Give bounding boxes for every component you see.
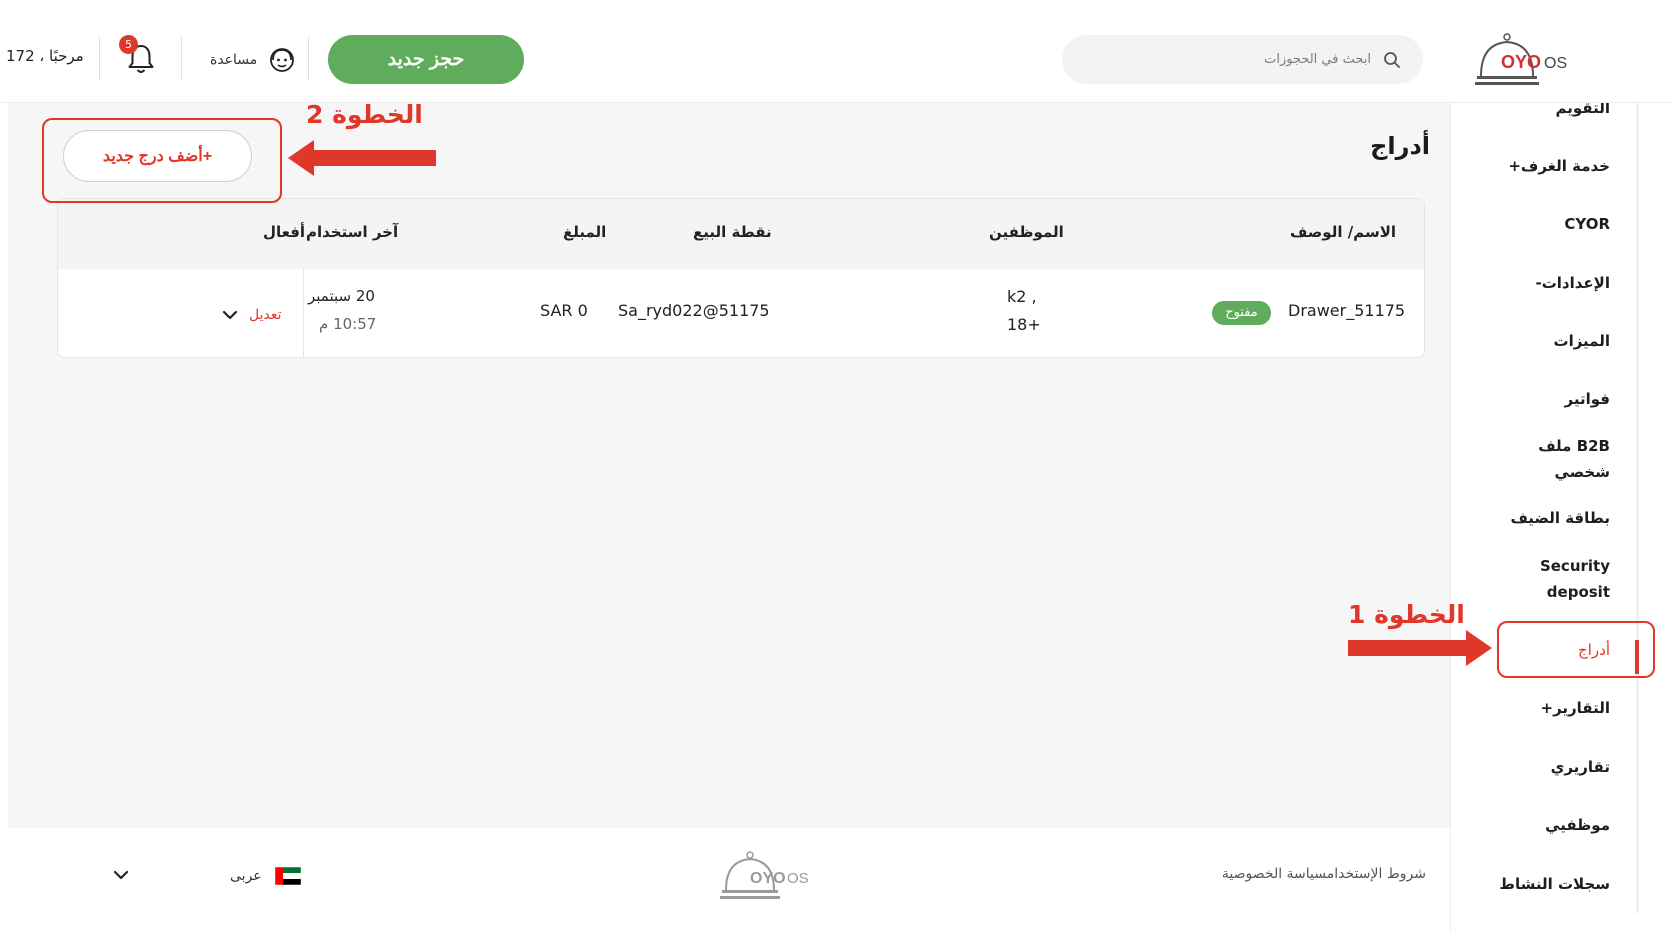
amount-value: SAR 0 (540, 301, 588, 320)
column-header-name: الاسم/ الوصف (1289, 223, 1396, 241)
sidebar-item-b2b-profile[interactable]: B2B ملف شخصي (1530, 433, 1610, 485)
sidebar-item-my-staff[interactable]: موظفيي (1450, 812, 1610, 838)
help-button[interactable]: مساعدة (210, 44, 297, 76)
chevron-down-icon[interactable] (221, 308, 239, 322)
chevron-down-icon[interactable] (112, 868, 130, 882)
pos-value: Sa_ryd022@51175 (618, 301, 770, 320)
last-used-date: 20 سبتمبر (308, 287, 375, 305)
drawer-name: Drawer_51175 (1288, 301, 1406, 320)
step2-highlight-box (42, 118, 282, 203)
oyo-os-logo[interactable]: OYO OS (1475, 32, 1575, 88)
new-booking-button[interactable]: حجز جديد (328, 35, 524, 84)
sidebar-item-my-reports[interactable]: تقاريري (1450, 754, 1610, 780)
sidebar-item-invoices[interactable]: فواتير (1450, 386, 1610, 412)
header-divider (99, 36, 100, 80)
top-header: مرحبًا ، 172 5 مساعدة حجز جديد OYO OS (0, 0, 1674, 103)
sidebar-scroll-track (1636, 103, 1639, 913)
sidebar-item-features[interactable]: الميزات (1450, 328, 1611, 354)
language-selector[interactable]: عربى (230, 868, 262, 884)
svg-text:OYO: OYO (1501, 52, 1541, 72)
header-divider (181, 36, 182, 80)
sidebar-item-settings[interactable]: الإعدادات- (1450, 270, 1610, 296)
page-title: أدراج (1370, 132, 1430, 160)
staff-line: 18+ (1007, 315, 1041, 334)
sidebar: التقويم خدمة الغرف+ CYOR الإعدادات- المي… (1450, 99, 1674, 932)
column-header-pos: نقطة البيع (693, 223, 772, 241)
step1-highlight-box (1497, 621, 1655, 678)
step1-label: الخطوة 1 (1348, 600, 1465, 629)
notification-badge: 5 (119, 35, 138, 54)
search-icon (1384, 52, 1400, 68)
drawers-table: الاسم/ الوصف الموظفين نقطة البيع المبلغ … (57, 198, 1425, 358)
step2-label: الخطوة 2 (306, 100, 423, 129)
svg-text:OS: OS (1544, 55, 1567, 72)
help-label: مساعدة (210, 52, 258, 68)
sidebar-item-guest-card[interactable]: بطاقة الضيف (1450, 505, 1610, 531)
uae-flag-icon (275, 867, 301, 885)
support-agent-icon (270, 48, 295, 72)
column-header-staff: الموظفين (989, 223, 1064, 241)
sidebar-item-room-service[interactable]: خدمة الغرف+ (1450, 153, 1610, 179)
search-bar (1062, 35, 1423, 84)
column-header-actions: أفعال (263, 223, 306, 241)
sidebar-item-reports[interactable]: التقارير+ (1450, 695, 1611, 721)
svg-text:OS: OS (787, 870, 809, 887)
column-header-amount: المبلغ (563, 223, 607, 241)
user-greeting[interactable]: مرحبًا ، 172 (6, 47, 84, 65)
column-divider (303, 269, 304, 357)
search-input[interactable] (1091, 35, 1371, 84)
svg-text:OYO: OYO (750, 870, 786, 887)
sidebar-item-activity-logs[interactable]: سجلات النشاط (1450, 871, 1610, 897)
status-badge: مفتوح (1212, 301, 1271, 325)
step2-arrow-icon (288, 140, 436, 176)
sidebar-item-security-deposit[interactable]: Security deposit (1530, 553, 1610, 605)
sidebar-item-cyor[interactable]: CYOR (1450, 211, 1610, 237)
staff-line: k2 , (1007, 287, 1037, 306)
table-header: الاسم/ الوصف الموظفين نقطة البيع المبلغ … (58, 199, 1424, 269)
last-used-time: 10:57 م (319, 315, 377, 333)
header-divider (308, 36, 309, 80)
footer-links[interactable]: شروط الإستخدامسياسة الخصوصية (1190, 866, 1426, 882)
edit-drawer-link[interactable]: تعديل (249, 307, 282, 323)
step1-arrow-icon (1348, 630, 1492, 666)
column-header-last-used: آخر استخدام (306, 223, 399, 241)
footer-oyo-logo: OYO OS (720, 851, 809, 899)
